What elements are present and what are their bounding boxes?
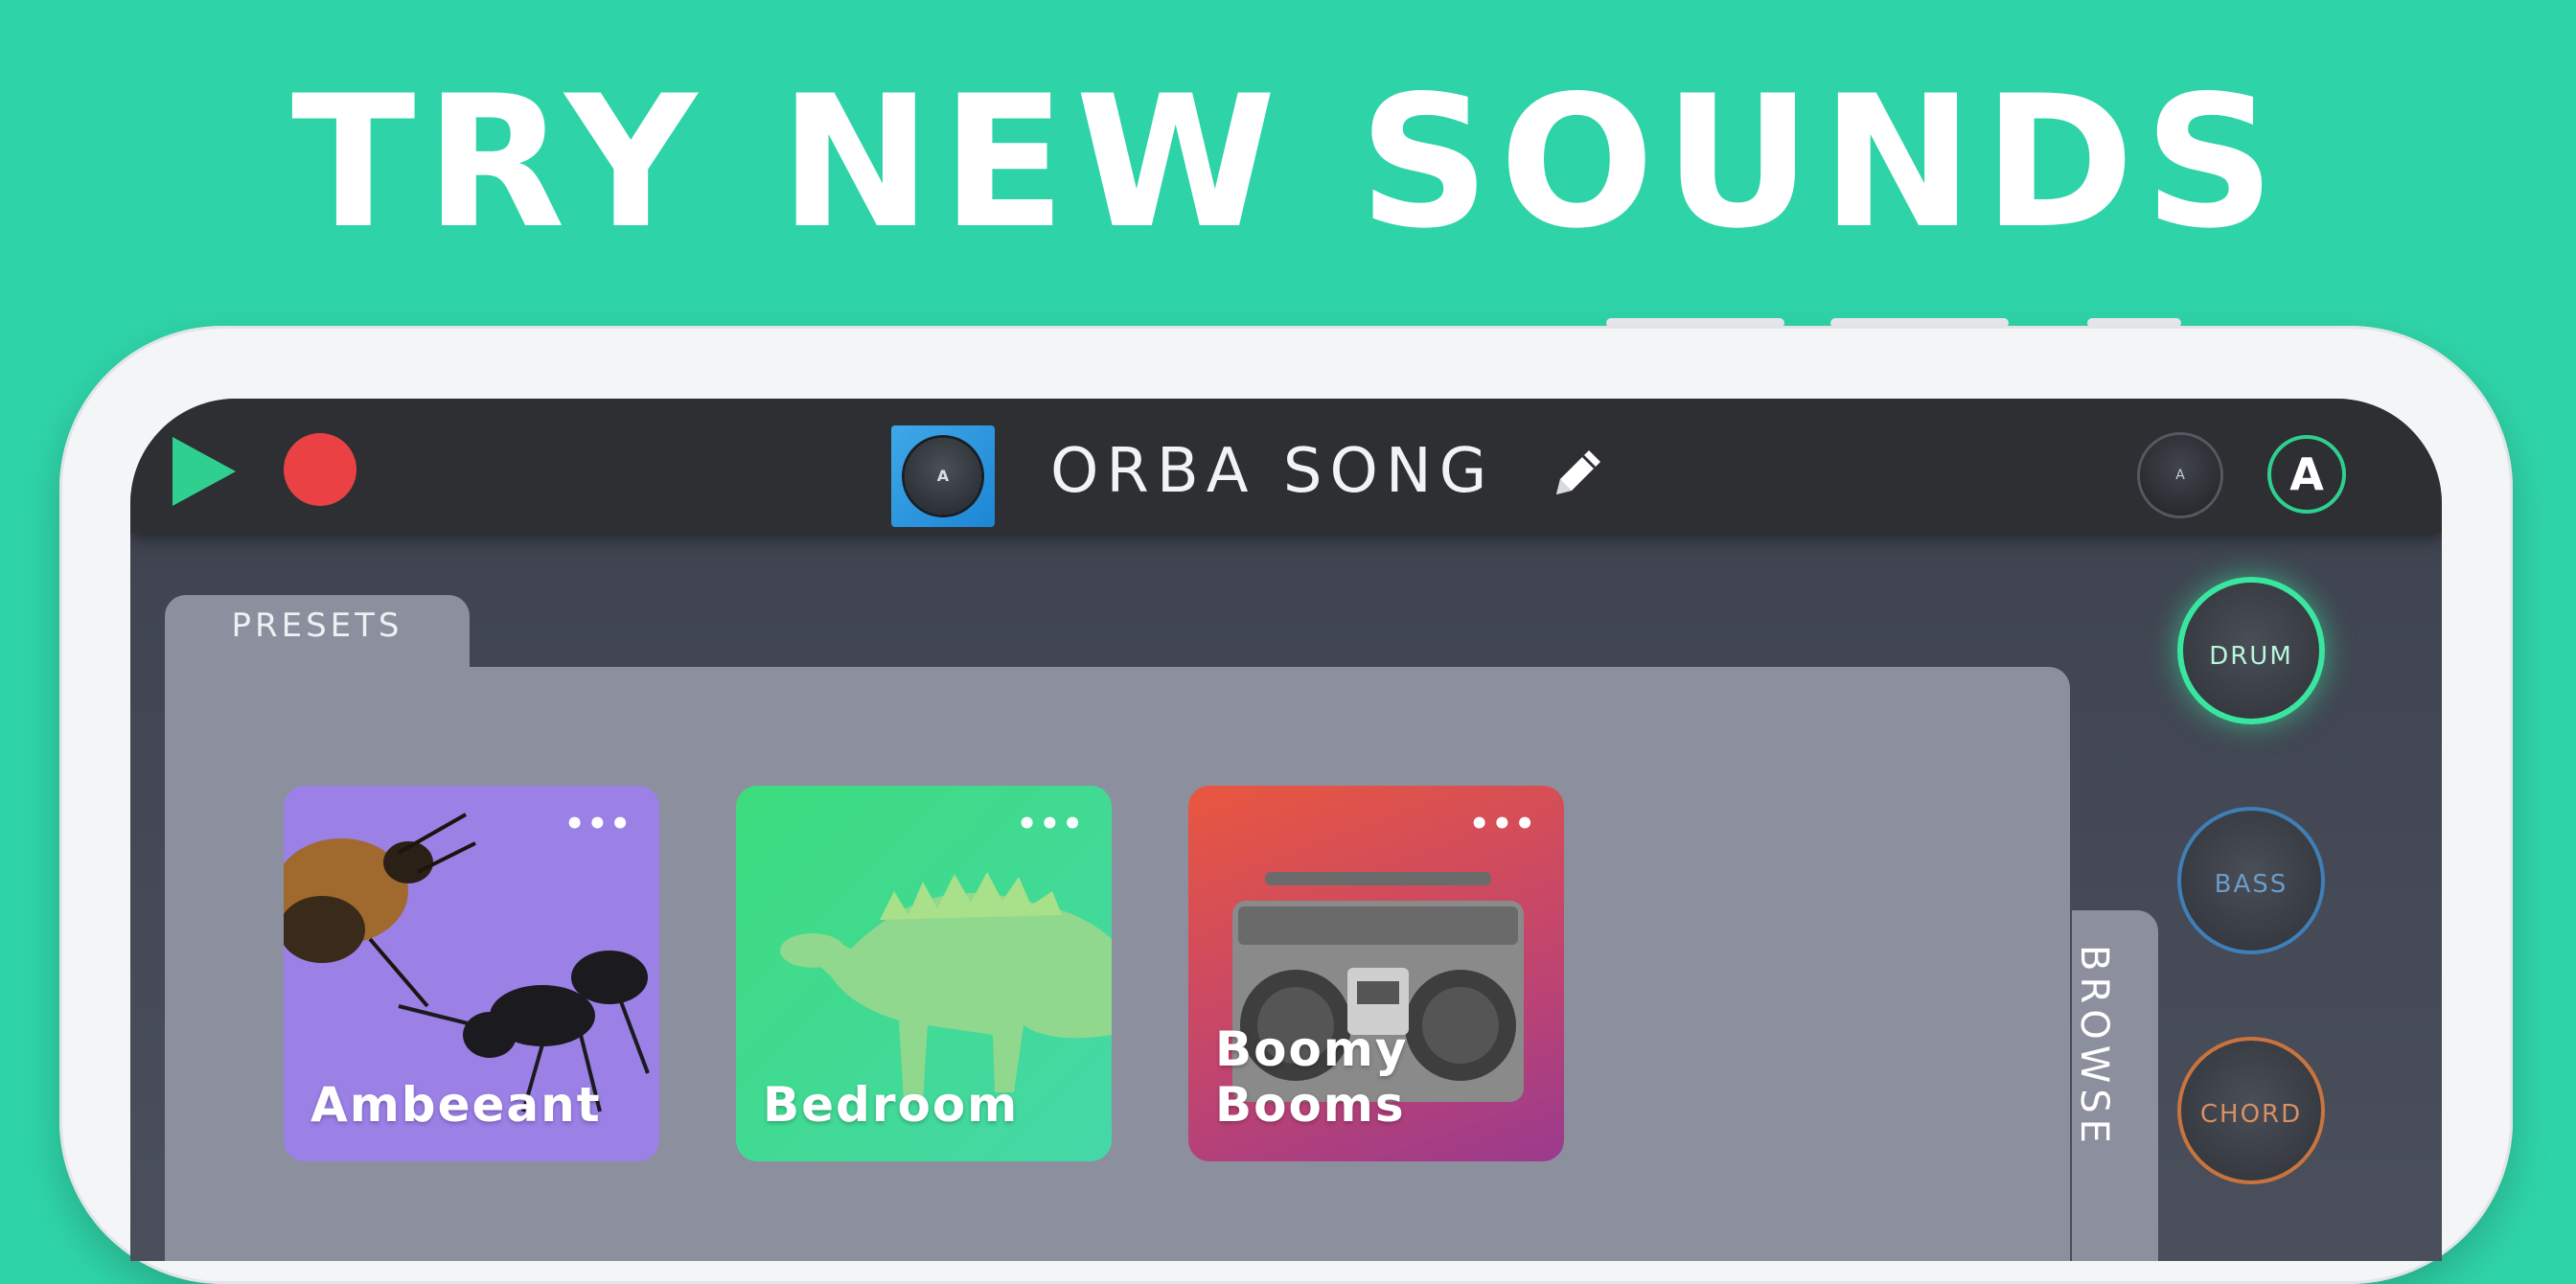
- orba-device-letter: A: [2175, 468, 2185, 483]
- preset-card-label: Ambeeant: [310, 1077, 602, 1133]
- account-letter: A: [2289, 448, 2324, 500]
- instrument-label: BASS: [2214, 870, 2288, 899]
- orba-device-icon[interactable]: A: [2140, 435, 2220, 516]
- instrument-drum[interactable]: DRUM: [2177, 577, 2325, 724]
- headline: TRY NEW SOUNDS: [291, 57, 2285, 268]
- pencil-icon[interactable]: [1543, 439, 1612, 508]
- instrument-bass[interactable]: BASS: [2177, 807, 2325, 954]
- preset-card-boomy-booms[interactable]: ••• Boomy Booms: [1188, 786, 1564, 1161]
- top-bar: A ORBA SONG A A: [130, 399, 2442, 533]
- browse-label: BROWSE: [2072, 945, 2116, 1149]
- app-screen: A ORBA SONG A A PRESETS ••• Ambeeant •••…: [130, 399, 2442, 1261]
- knob-letter: A: [936, 467, 950, 485]
- instrument-label: CHORD: [2199, 1100, 2303, 1129]
- preset-card-ambeeant[interactable]: ••• Ambeeant: [284, 786, 659, 1161]
- orba-knob-icon: A: [905, 438, 981, 515]
- instrument-chord[interactable]: CHORD: [2177, 1037, 2325, 1184]
- preset-card-label: Boomy Booms: [1215, 1021, 1409, 1133]
- play-icon[interactable]: [172, 437, 236, 506]
- instrument-label: DRUM: [2209, 642, 2293, 671]
- browse-tab[interactable]: BROWSE: [2072, 910, 2158, 1261]
- song-title[interactable]: ORBA SONG: [1050, 433, 1494, 510]
- record-icon[interactable]: [284, 433, 356, 506]
- more-icon[interactable]: •••: [564, 805, 632, 843]
- preset-card-bedroom[interactable]: ••• Bedroom: [736, 786, 1112, 1161]
- more-icon[interactable]: •••: [1469, 805, 1537, 843]
- tab-presets-label: PRESETS: [231, 607, 403, 645]
- song-thumbnail[interactable]: A: [891, 425, 995, 527]
- more-icon[interactable]: •••: [1017, 805, 1085, 843]
- preset-card-label: Bedroom: [763, 1077, 1020, 1133]
- account-icon[interactable]: A: [2267, 435, 2346, 514]
